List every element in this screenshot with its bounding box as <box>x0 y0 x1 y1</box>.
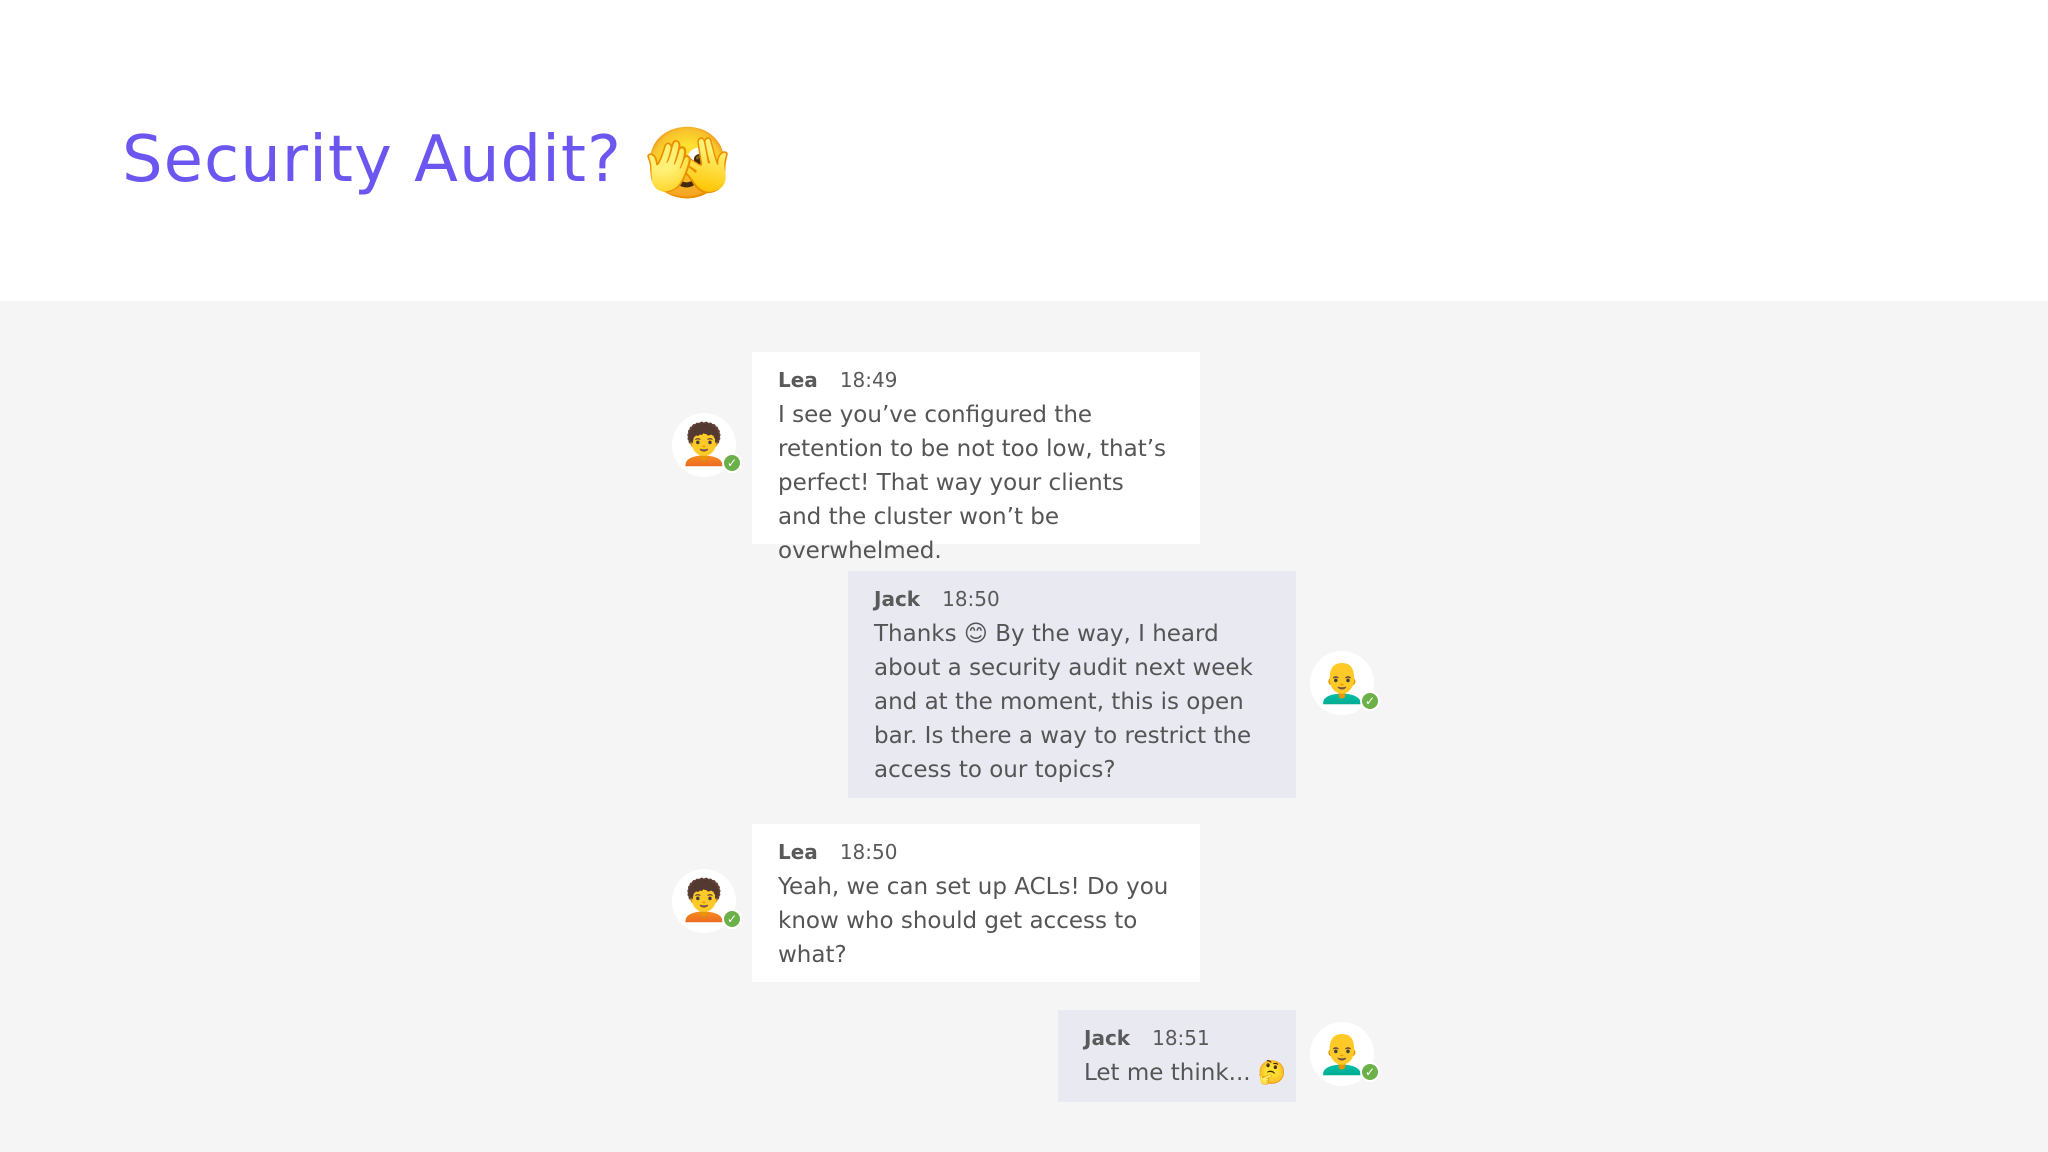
title-text: Security Audit? <box>122 123 622 197</box>
chat-thread: 🧑‍🦱 ✓ Lea 18:49 I see you’ve configured t… <box>0 301 2048 1152</box>
memoji-jack-icon: 👨‍🦲 <box>1317 660 1367 706</box>
message-bubble[interactable]: Lea 18:49 I see you’ve configured the ret… <box>752 352 1200 564</box>
avatar-jack[interactable]: 👨‍🦲 ✓ <box>1310 651 1380 715</box>
online-status-icon: ✓ <box>722 453 742 473</box>
message-text: I see you’ve configured the retention to… <box>778 402 1167 564</box>
hands-over-face-icon: 🫣 <box>643 122 733 205</box>
message-meta: Jack 18:51 <box>1084 1024 1270 1052</box>
message-bubble[interactable]: Jack 18:50 Thanks 😊 By the way, I heard a… <box>848 571 1296 798</box>
message-author: Lea <box>778 840 818 864</box>
message-meta: Lea 18:50 <box>778 838 1174 866</box>
online-status-icon: ✓ <box>1360 1062 1380 1082</box>
message-bubble[interactable]: Jack 18:51 Let me think... 🤔 <box>1058 1010 1296 1102</box>
message-author: Lea <box>778 368 818 392</box>
avatar-jack[interactable]: 👨‍🦲 ✓ <box>1310 1022 1380 1086</box>
slide-header: Security Audit? 🫣 <box>0 0 2048 301</box>
avatar-lea[interactable]: 🧑‍🦱 ✓ <box>672 413 742 477</box>
memoji-jack-icon: 👨‍🦲 <box>1317 1031 1367 1077</box>
page-title: Security Audit? 🫣 <box>122 118 732 205</box>
message-time: 18:49 <box>839 368 898 392</box>
online-status-icon: ✓ <box>722 909 742 929</box>
message-text: Yeah, we can set up ACLs! Do you know wh… <box>778 874 1169 968</box>
message-author: Jack <box>1084 1026 1131 1050</box>
message-meta: Jack 18:50 <box>874 585 1270 613</box>
online-status-icon: ✓ <box>1360 691 1380 711</box>
message-bubble[interactable]: Lea 18:50 Yeah, we can set up ACLs! Do yo… <box>752 824 1200 982</box>
message-time: 18:51 <box>1152 1026 1210 1050</box>
memoji-lea-icon: 🧑‍🦱 <box>679 422 729 468</box>
avatar-lea[interactable]: 🧑‍🦱 ✓ <box>672 869 742 933</box>
memoji-lea-icon: 🧑‍🦱 <box>679 878 729 924</box>
message-author: Jack <box>874 587 921 611</box>
message-meta: Lea 18:49 <box>778 366 1174 394</box>
message-time: 18:50 <box>839 840 898 864</box>
message-text: Let me think... 🤔 <box>1084 1060 1287 1086</box>
message-text: Thanks 😊 By the way, I heard about a sec… <box>874 621 1253 783</box>
message-time: 18:50 <box>942 587 1000 611</box>
